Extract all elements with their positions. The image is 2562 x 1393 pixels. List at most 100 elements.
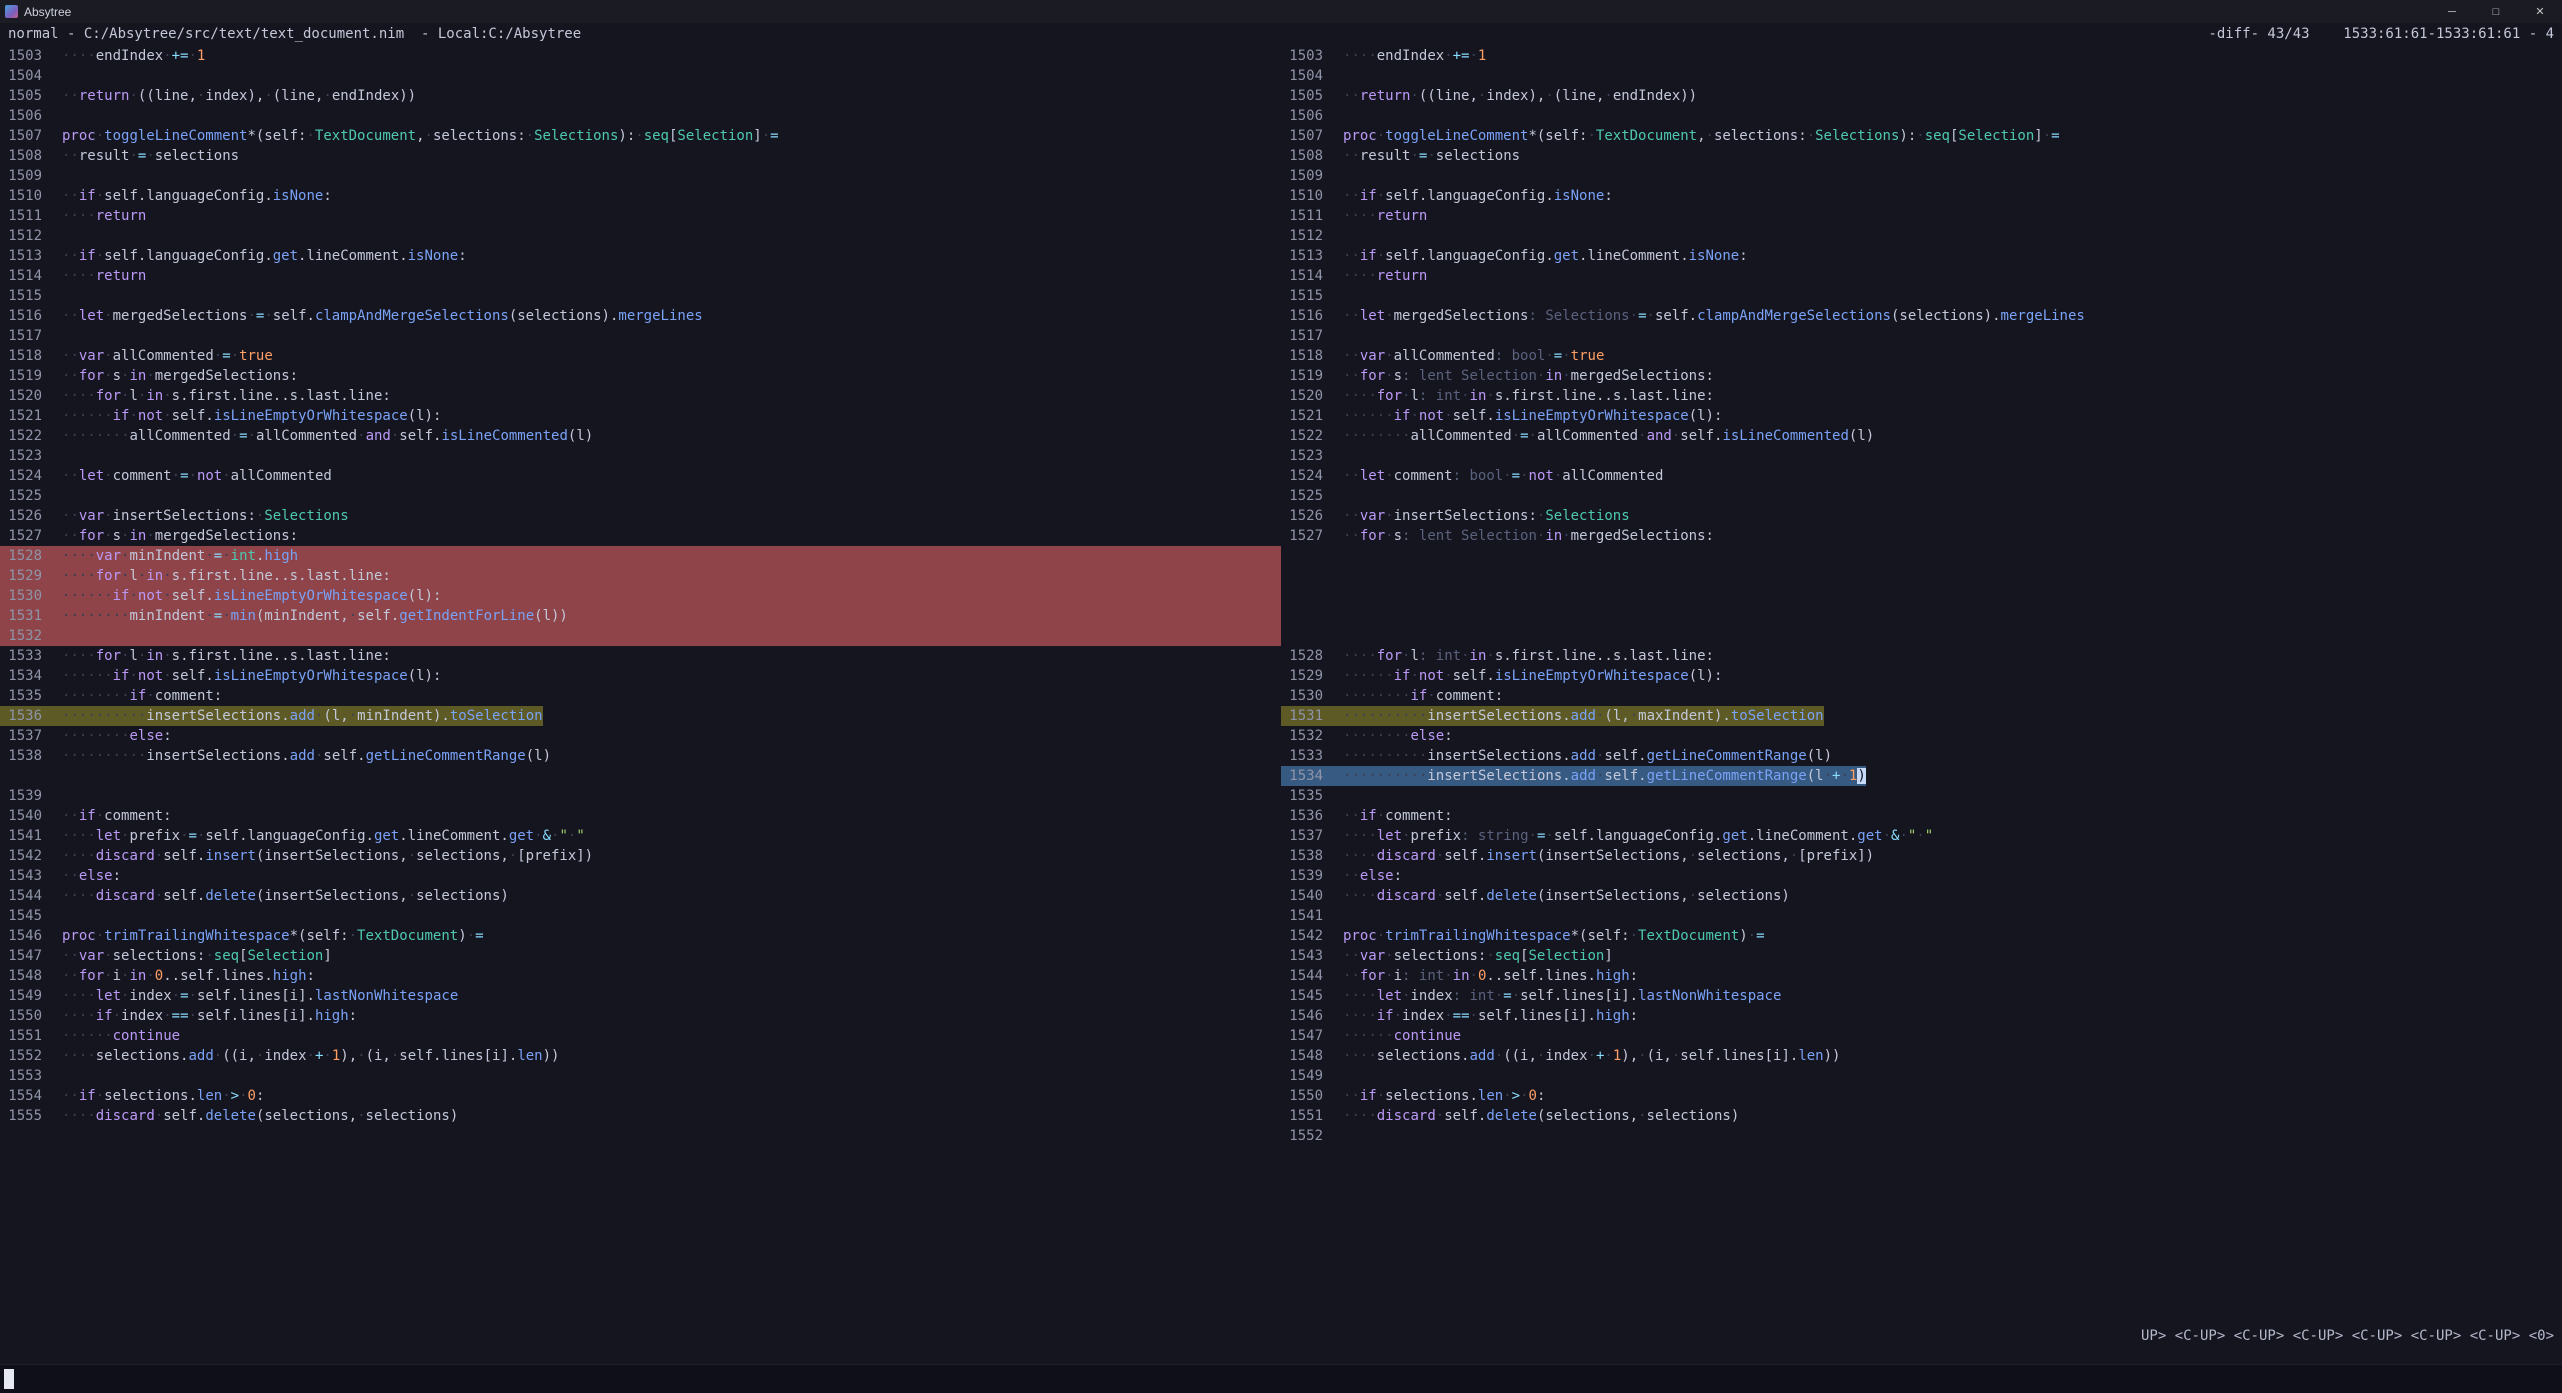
code-line[interactable]: 1504 bbox=[1281, 66, 2562, 86]
code-line[interactable]: 1531 ··········insertSelections.add·(l,·m… bbox=[1281, 706, 2562, 726]
code-line[interactable]: 1508 ··result·=·selections bbox=[0, 146, 1281, 166]
code-line[interactable]: 1521 ······if·not·self.isLineEmptyOrWhite… bbox=[0, 406, 1281, 426]
code-line[interactable]: 1520 ····for·l·in·s.first.line..s.last.li… bbox=[0, 386, 1281, 406]
code-line[interactable]: 1527 ··for·s·in·mergedSelections: bbox=[0, 526, 1281, 546]
code-line[interactable]: 1544 ··for·i: int·in·0..self.lines.high: bbox=[1281, 966, 2562, 986]
close-button[interactable]: ✕ bbox=[2518, 0, 2562, 23]
code-line[interactable]: 1534 ··········insertSelections.add·self.… bbox=[1281, 766, 2562, 786]
code-line[interactable]: 1537 ········else: bbox=[0, 726, 1281, 746]
code-line[interactable]: 1506 bbox=[0, 106, 1281, 126]
code-line[interactable]: 1539 ··else: bbox=[1281, 866, 2562, 886]
code-line[interactable]: 1536 ··········insertSelections.add·(l,·m… bbox=[0, 706, 1281, 726]
code-line[interactable]: 1516 ··let·mergedSelections: Selections·=… bbox=[1281, 306, 2562, 326]
code-line[interactable]: 1509 bbox=[1281, 166, 2562, 186]
code-line[interactable]: 1513 ··if·self.languageConfig.get.lineCom… bbox=[0, 246, 1281, 266]
code-line[interactable]: 1519 ··for·s·in·mergedSelections: bbox=[0, 366, 1281, 386]
code-line[interactable]: 1523 bbox=[0, 446, 1281, 466]
code-line[interactable]: 1542 proc·trimTrailingWhitespace*(self:·T… bbox=[1281, 926, 2562, 946]
code-line[interactable]: 1548 ··for·i·in·0..self.lines.high: bbox=[0, 966, 1281, 986]
code-line[interactable]: 1548 ····selections.add·((i,·index·+·1),·… bbox=[1281, 1046, 2562, 1066]
code-line[interactable]: 1541 ····let·prefix·=·self.languageConfig… bbox=[0, 826, 1281, 846]
code-line[interactable]: 1513 ··if·self.languageConfig.get.lineCom… bbox=[1281, 246, 2562, 266]
code-line[interactable]: 1545 ····let·index: int·=·self.lines[i].l… bbox=[1281, 986, 2562, 1006]
code-line[interactable]: 1512 bbox=[1281, 226, 2562, 246]
code-line[interactable]: 1522 ········allCommented·=·allCommented·… bbox=[1281, 426, 2562, 446]
code-line[interactable]: 1504 bbox=[0, 66, 1281, 86]
code-line[interactable]: 1506 bbox=[1281, 106, 2562, 126]
code-line[interactable]: 1532 ········else: bbox=[1281, 726, 2562, 746]
diff-pane-right[interactable]: 1503 ····endIndex·+=·1 1504 1505 ··return·((… bbox=[1281, 46, 2562, 1146]
maximize-button[interactable]: □ bbox=[2474, 0, 2518, 23]
code-line[interactable]: 1528 ····var·minIndent·=·int.high bbox=[0, 546, 1281, 566]
code-line[interactable]: 1505 ··return·((line,·index),·(line,·endI… bbox=[0, 86, 1281, 106]
code-line[interactable]: 1540 ····discard·self.delete(insertSelect… bbox=[1281, 886, 2562, 906]
code-line[interactable]: 1517 bbox=[0, 326, 1281, 346]
code-line[interactable]: 1549 ····let·index·=·self.lines[i].lastNo… bbox=[0, 986, 1281, 1006]
code-line[interactable]: 1551 ····discard·self.delete(selections,·… bbox=[1281, 1106, 2562, 1126]
code-line[interactable]: 1509 bbox=[0, 166, 1281, 186]
code-line[interactable]: 1529 ····for·l·in·s.first.line..s.last.li… bbox=[0, 566, 1281, 586]
code-line[interactable]: 1551 ······continue bbox=[0, 1026, 1281, 1046]
code-line[interactable]: 1510 ··if·self.languageConfig.isNone: bbox=[1281, 186, 2562, 206]
code-line[interactable]: 1507 proc·toggleLineComment*(self:·TextDo… bbox=[1281, 126, 2562, 146]
code-line[interactable]: 1550 ··if·selections.len·>·0: bbox=[1281, 1086, 2562, 1106]
code-line[interactable]: 1547 ······continue bbox=[1281, 1026, 2562, 1046]
code-line[interactable]: 1527 ··for·s: lent Selection·in·mergedSel… bbox=[1281, 526, 2562, 546]
code-line[interactable]: 1531 ········minIndent·=·min(minIndent,·s… bbox=[0, 606, 1281, 626]
code-line[interactable]: 1524 ··let·comment·=·not·allCommented bbox=[0, 466, 1281, 486]
code-line[interactable]: 1539 bbox=[0, 786, 1281, 806]
code-line[interactable]: 1538 ··········insertSelections.add·self.… bbox=[0, 746, 1281, 766]
code-line[interactable]: 1522 ········allCommented·=·allCommented·… bbox=[0, 426, 1281, 446]
code-line[interactable]: 1521 ······if·not·self.isLineEmptyOrWhite… bbox=[1281, 406, 2562, 426]
code-line[interactable]: 1523 bbox=[1281, 446, 2562, 466]
code-line[interactable]: 1549 bbox=[1281, 1066, 2562, 1086]
code-line[interactable]: 1544 ····discard·self.delete(insertSelect… bbox=[0, 886, 1281, 906]
code-line[interactable]: 1552 ····selections.add·((i,·index·+·1),·… bbox=[0, 1046, 1281, 1066]
code-line[interactable]: 1526 ··var·insertSelections:·Selections bbox=[0, 506, 1281, 526]
code-line[interactable]: 1524 ··let·comment: bool·=·not·allComment… bbox=[1281, 466, 2562, 486]
code-line[interactable]: 1547 ··var·selections:·seq[Selection] bbox=[0, 946, 1281, 966]
code-line[interactable]: 1503 ····endIndex·+=·1 bbox=[0, 46, 1281, 66]
code-line[interactable]: 1550 ····if·index·==·self.lines[i].high: bbox=[0, 1006, 1281, 1026]
code-line[interactable]: 1546 ····if·index·==·self.lines[i].high: bbox=[1281, 1006, 2562, 1026]
code-line[interactable]: 1535 ········if·comment: bbox=[0, 686, 1281, 706]
code-line[interactable]: 1537 ····let·prefix: string·=·self.langua… bbox=[1281, 826, 2562, 846]
code-line[interactable]: 1528 ····for·l: int·in·s.first.line..s.la… bbox=[1281, 646, 2562, 666]
code-line[interactable]: 1540 ··if·comment: bbox=[0, 806, 1281, 826]
code-line[interactable]: 1545 bbox=[0, 906, 1281, 926]
code-line[interactable]: 1533 ··········insertSelections.add·self.… bbox=[1281, 746, 2562, 766]
code-line[interactable]: 1552 bbox=[1281, 1126, 2562, 1146]
code-line[interactable]: 1553 bbox=[0, 1066, 1281, 1086]
code-line[interactable]: 1516 ··let·mergedSelections·=·self.clampA… bbox=[0, 306, 1281, 326]
code-line[interactable]: 1535 bbox=[1281, 786, 2562, 806]
code-line[interactable]: 1520 ····for·l: int·in·s.first.line..s.la… bbox=[1281, 386, 2562, 406]
code-line[interactable]: 1541 bbox=[1281, 906, 2562, 926]
code-line[interactable]: 1518 ··var·allCommented: bool·=·true bbox=[1281, 346, 2562, 366]
code-line[interactable]: 1529 ······if·not·self.isLineEmptyOrWhite… bbox=[1281, 666, 2562, 686]
code-line[interactable]: 1505 ··return·((line,·index),·(line,·endI… bbox=[1281, 86, 2562, 106]
code-line[interactable]: 1536 ··if·comment: bbox=[1281, 806, 2562, 826]
code-line[interactable]: 1503 ····endIndex·+=·1 bbox=[1281, 46, 2562, 66]
code-line[interactable]: 1510 ··if·self.languageConfig.isNone: bbox=[0, 186, 1281, 206]
code-line[interactable]: 1514 ····return bbox=[1281, 266, 2562, 286]
code-line[interactable]: 1530 ········if·comment: bbox=[1281, 686, 2562, 706]
code-line[interactable]: 1517 bbox=[1281, 326, 2562, 346]
code-line[interactable]: 1525 bbox=[1281, 486, 2562, 506]
code-line[interactable]: 1538 ····discard·self.insert(insertSelect… bbox=[1281, 846, 2562, 866]
code-line[interactable]: 1554 ··if·selections.len·>·0: bbox=[0, 1086, 1281, 1106]
code-line[interactable]: 1525 bbox=[0, 486, 1281, 506]
code-line[interactable]: 1543 ··else: bbox=[0, 866, 1281, 886]
code-line[interactable]: 1511 ····return bbox=[0, 206, 1281, 226]
code-line[interactable]: 1508 ··result·=·selections bbox=[1281, 146, 2562, 166]
code-line[interactable]: 1526 ··var·insertSelections:·Selections bbox=[1281, 506, 2562, 526]
minimize-button[interactable]: ─ bbox=[2430, 0, 2474, 23]
code-line[interactable]: 1534 ······if·not·self.isLineEmptyOrWhite… bbox=[0, 666, 1281, 686]
diff-pane-left[interactable]: 1503 ····endIndex·+=·1 1504 1505 ··return·((… bbox=[0, 46, 1281, 1146]
code-line[interactable]: 1515 bbox=[1281, 286, 2562, 306]
code-line[interactable]: 1515 bbox=[0, 286, 1281, 306]
code-line[interactable]: 1543 ··var·selections:·seq[Selection] bbox=[1281, 946, 2562, 966]
code-line[interactable]: 1518 ··var·allCommented·=·true bbox=[0, 346, 1281, 366]
code-line[interactable]: 1546 proc·trimTrailingWhitespace*(self:·T… bbox=[0, 926, 1281, 946]
code-line[interactable]: 1507 proc·toggleLineComment*(self:·TextDo… bbox=[0, 126, 1281, 146]
code-line[interactable]: 1542 ····discard·self.insert(insertSelect… bbox=[0, 846, 1281, 866]
